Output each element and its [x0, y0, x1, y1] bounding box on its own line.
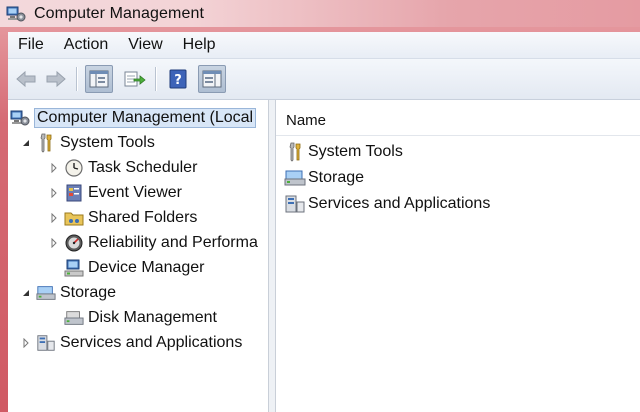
- collapse-arrow-icon[interactable]: [20, 287, 32, 299]
- forward-arrow-icon: [46, 70, 66, 88]
- tree-item-label: Event Viewer: [88, 184, 182, 201]
- tree-item-system-tools[interactable]: System Tools: [20, 131, 155, 155]
- list-item-label: Storage: [308, 169, 365, 186]
- tree-item-reliability-performance[interactable]: Reliability and Performa: [48, 231, 258, 255]
- menu-view[interactable]: View: [118, 36, 172, 54]
- toolbar-separator: [76, 67, 77, 91]
- tree-item-shared-folders[interactable]: Shared Folders: [48, 206, 197, 230]
- disk-management-icon: [64, 308, 84, 328]
- device-manager-icon: [64, 258, 84, 278]
- list-item-label: Services and Applications: [308, 195, 491, 212]
- tree-item-services-and-applications[interactable]: Services and Applications: [20, 331, 242, 355]
- tree-item-label: Shared Folders: [88, 209, 198, 226]
- tree-item-device-manager[interactable]: Device Manager: [64, 256, 205, 280]
- list-item-storage[interactable]: Storage: [284, 166, 364, 190]
- title-bar[interactable]: Computer Management: [0, 0, 640, 27]
- menu-help[interactable]: Help: [173, 36, 226, 54]
- computer-management-icon: [6, 5, 26, 23]
- tools-icon: [284, 142, 306, 162]
- shared-folders-icon: [64, 208, 84, 228]
- tree-item-label: Storage: [60, 284, 117, 301]
- tree-item-storage[interactable]: Storage: [20, 281, 116, 305]
- expand-arrow-icon[interactable]: [48, 162, 60, 174]
- expand-arrow-icon[interactable]: [20, 337, 32, 349]
- show-hide-console-tree-button[interactable]: [85, 65, 113, 93]
- svg-text:?: ?: [174, 73, 182, 88]
- help-icon: ?: [169, 69, 187, 89]
- show-hide-console-tree-icon: [89, 70, 109, 88]
- show-hide-action-pane-icon: [202, 70, 222, 88]
- tree-item-label: Disk Management: [88, 309, 217, 326]
- results-pane: Name System Tools Storage Services and A…: [276, 100, 640, 412]
- expand-arrow-icon[interactable]: [48, 187, 60, 199]
- expand-arrow-icon[interactable]: [48, 212, 60, 224]
- list-item-label: System Tools: [308, 143, 403, 160]
- menu-file[interactable]: File: [8, 36, 54, 54]
- tree-item-task-scheduler[interactable]: Task Scheduler: [48, 156, 197, 180]
- expand-arrow-icon[interactable]: [48, 237, 60, 249]
- tree-item-label: Services and Applications: [60, 334, 243, 351]
- console-tree: Computer Management (Local System Tools: [8, 100, 269, 412]
- help-button[interactable]: ?: [164, 65, 192, 93]
- toolbar-separator: [155, 67, 156, 91]
- storage-icon: [36, 283, 56, 303]
- services-icon: [36, 333, 56, 353]
- forward-button[interactable]: [42, 65, 70, 93]
- event-viewer-icon: [64, 183, 84, 203]
- tree-item-label: Computer Management (Local: [34, 108, 257, 128]
- tree-item-computer-management[interactable]: Computer Management (Local: [10, 106, 257, 130]
- column-header-row: Name: [276, 105, 640, 136]
- tree-item-label: Device Manager: [88, 259, 205, 276]
- show-hide-action-pane-button[interactable]: [198, 65, 226, 93]
- tree-item-label: Reliability and Performa: [88, 234, 258, 251]
- tree-item-label: System Tools: [60, 134, 155, 151]
- back-button[interactable]: [12, 65, 40, 93]
- performance-icon: [64, 233, 84, 253]
- tools-icon: [36, 133, 56, 153]
- storage-icon: [284, 168, 306, 188]
- content-area: Computer Management (Local System Tools: [8, 100, 640, 412]
- list-item-system-tools[interactable]: System Tools: [284, 140, 403, 164]
- tree-item-disk-management[interactable]: Disk Management: [64, 306, 217, 330]
- toolbar: ?: [8, 59, 640, 100]
- services-icon: [284, 194, 306, 214]
- export-list-icon: [124, 71, 146, 87]
- menu-action[interactable]: Action: [54, 36, 118, 54]
- export-list-button[interactable]: [121, 65, 149, 93]
- back-arrow-icon: [16, 70, 36, 88]
- tree-item-label: Task Scheduler: [88, 159, 198, 176]
- pane-splitter[interactable]: [269, 100, 276, 412]
- clock-icon: [64, 158, 84, 178]
- column-header-name[interactable]: Name: [276, 112, 326, 129]
- computer-management-window: Computer Management File Action View Hel…: [0, 0, 640, 412]
- menu-bar: File Action View Help: [8, 32, 640, 59]
- list-item-services-and-applications[interactable]: Services and Applications: [284, 192, 490, 216]
- window-title: Computer Management: [34, 4, 204, 22]
- collapse-arrow-icon[interactable]: [20, 137, 32, 149]
- computer-management-icon: [10, 108, 30, 128]
- tree-item-event-viewer[interactable]: Event Viewer: [48, 181, 182, 205]
